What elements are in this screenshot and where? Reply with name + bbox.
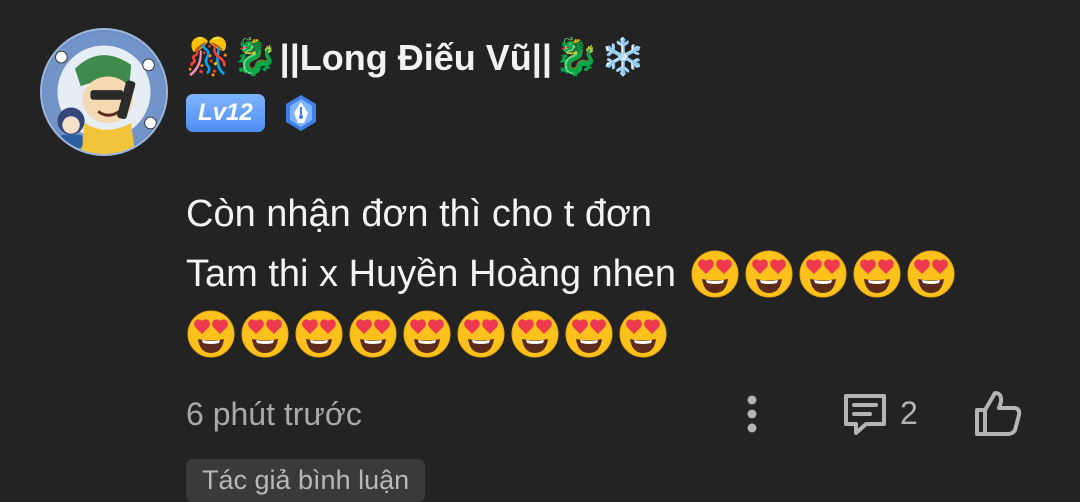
avatar[interactable]	[40, 28, 168, 156]
comment-text-line-2: Tam thi x Huyền Hoàng nhen	[186, 253, 677, 295]
comment-icon	[844, 394, 886, 435]
heart-eyes-emoji	[241, 310, 289, 358]
comment-card: 🎊 🐉 ||Long Điếu Vũ|| 🐉 ❄️ Lv12 Còn nhận …	[0, 0, 1080, 502]
heart-eyes-emoji	[295, 310, 343, 358]
level-badge: Lv12	[186, 94, 265, 132]
snowflake-emoji: ❄️	[600, 37, 646, 78]
dragon-emoji: 🐉	[232, 37, 278, 78]
comment-footer: 6 phút trước 2	[186, 388, 1046, 442]
thumbs-up-icon[interactable]	[972, 388, 1024, 438]
heart-eyes-emoji	[187, 310, 235, 358]
comment-text-line-1: Còn nhận đơn thì cho t đơn	[186, 193, 653, 235]
username-row[interactable]: 🎊 🐉 ||Long Điếu Vũ|| 🐉 ❄️	[186, 30, 646, 86]
heart-eyes-emoji	[349, 310, 397, 358]
heart-eyes-emoji	[691, 250, 739, 298]
reply-button[interactable]: 2	[840, 388, 918, 438]
comment-line: Tam thi x Huyền Hoàng nhen	[186, 244, 1046, 304]
heart-eyes-emoji	[853, 250, 901, 298]
comment-body: Còn nhận đơn thì cho t đơn Tam thi x Huy…	[186, 184, 1046, 364]
pen-nib-icon	[285, 95, 316, 131]
heart-eyes-emoji	[619, 310, 667, 358]
username[interactable]: ||Long Điếu Vũ||	[280, 40, 552, 76]
more-options-icon[interactable]	[740, 390, 764, 438]
reply-count: 2	[900, 394, 918, 431]
badge-row: Lv12	[186, 94, 321, 132]
heart-eyes-emoji	[799, 250, 847, 298]
dragon-emoji: 🐉	[553, 37, 599, 78]
heart-eyes-emoji	[745, 250, 793, 298]
heart-eyes-emoji	[457, 310, 505, 358]
heart-eyes-emoji	[511, 310, 559, 358]
heart-eyes-emoji	[565, 310, 613, 358]
emoji-line	[186, 304, 1046, 364]
heart-eyes-emoji	[907, 250, 955, 298]
timestamp: 6 phút trước	[186, 396, 362, 432]
author-tag: Tác giả bình luận	[186, 459, 426, 502]
heart-eyes-emoji	[403, 310, 451, 358]
avatar-illustration	[43, 31, 165, 154]
confetti-emoji: 🎊	[186, 37, 231, 78]
comment-line: Còn nhận đơn thì cho t đơn	[186, 184, 1046, 244]
